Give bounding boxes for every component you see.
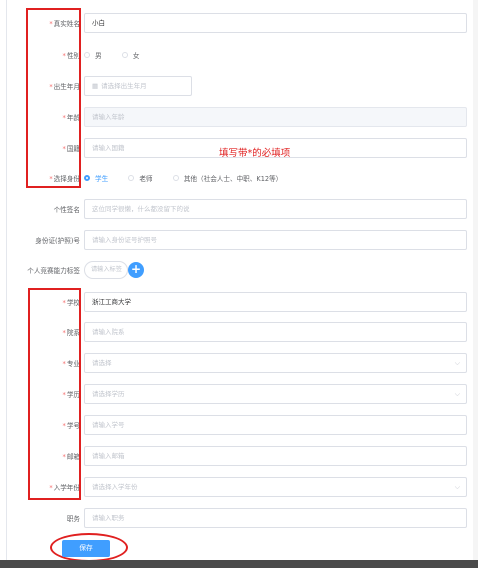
birth-date-picker[interactable]: ▦ 请选择出生年月	[84, 76, 192, 96]
signature-label: 个性签名	[53, 206, 80, 214]
school-input[interactable]: 浙江工商大学	[84, 292, 467, 312]
signature-input[interactable]: 这位同学很懒，什么都没留下的说	[84, 199, 467, 219]
calendar-icon: ▦	[92, 82, 99, 90]
idcard-label: 身份证(护照)号	[35, 237, 80, 245]
name-input[interactable]: 小白	[84, 13, 467, 33]
tag-input[interactable]: 请输入标签	[84, 261, 128, 279]
form-row-position: 职务 请输入职务	[0, 508, 478, 530]
gender-radio-female[interactable]: 女	[121, 45, 140, 67]
form-row-signature: 个性签名 这位同学很懒，什么都没留下的说	[0, 199, 478, 221]
annotation-text: 填写带*的必填项	[219, 148, 291, 159]
identity-teacher-text: 老师	[139, 175, 153, 183]
major-select[interactable]: 请选择 ⌵	[84, 353, 467, 373]
email-input[interactable]: 请输入邮箱	[84, 446, 467, 466]
gender-radio-male[interactable]: 男	[84, 45, 102, 67]
identity-radio-group: 学生 老师 其他（社会人士、中职、K12等）	[84, 168, 300, 190]
save-button[interactable]: 保存	[62, 540, 110, 557]
age-input: 请输入年龄	[84, 107, 467, 127]
enroll-year-select[interactable]: 请选择入学年份 ⌵	[84, 477, 467, 497]
enroll-year-placeholder: 请选择入学年份	[92, 483, 138, 491]
chevron-down-icon: ⌵	[454, 390, 460, 398]
tags-label: 个人竞赛能力标签	[27, 267, 80, 275]
position-label: 职务	[66, 515, 80, 523]
radio-checked-icon	[84, 175, 90, 181]
plus-icon: +	[130, 262, 142, 276]
idcard-input[interactable]: 请输入身份证号护照号	[84, 230, 467, 250]
identity-radio-teacher[interactable]: 老师	[128, 168, 153, 190]
gender-female-text: 女	[132, 52, 140, 60]
add-tag-button[interactable]: +	[128, 262, 144, 278]
radio-circle-icon	[121, 52, 128, 58]
form-row-tags: 个人竞赛能力标签 请输入标签 +	[0, 260, 478, 282]
identity-radio-other[interactable]: 其他（社会人士、中职、K12等）	[172, 168, 283, 190]
chevron-down-icon: ⌵	[454, 483, 460, 491]
position-input[interactable]: 请输入职务	[84, 508, 467, 528]
form-row-idcard: 身份证(护照)号 请输入身份证号护照号	[0, 230, 478, 252]
major-placeholder: 请选择	[92, 359, 112, 367]
identity-radio-student[interactable]: 学生	[84, 168, 108, 190]
radio-circle-icon	[84, 52, 90, 58]
annotation-box-required-top	[26, 8, 81, 188]
annotation-box-required-bottom	[28, 288, 81, 500]
birth-placeholder: 请选择出生年月	[101, 82, 147, 90]
identity-other-text: 其他（社会人士、中职、K12等）	[183, 175, 283, 183]
gender-radio-group: 男 女	[84, 45, 157, 67]
radio-circle-icon	[128, 175, 135, 181]
student-id-input[interactable]: 请输入学号	[84, 415, 467, 435]
taskbar-strip	[0, 560, 478, 568]
degree-select[interactable]: 请选择学历 ⌵	[84, 384, 467, 404]
department-input[interactable]: 请输入院系	[84, 322, 467, 342]
identity-student-text: 学生	[95, 175, 109, 183]
chevron-down-icon: ⌵	[454, 359, 460, 367]
degree-placeholder: 请选择学历	[92, 390, 125, 398]
gender-male-text: 男	[95, 52, 102, 60]
radio-circle-icon	[172, 175, 179, 181]
profile-form-page: *真实姓名 小白 *性别 男 女 *出生年月 ▦ 请选择出生年月 *年龄 请输入年…	[0, 0, 478, 568]
